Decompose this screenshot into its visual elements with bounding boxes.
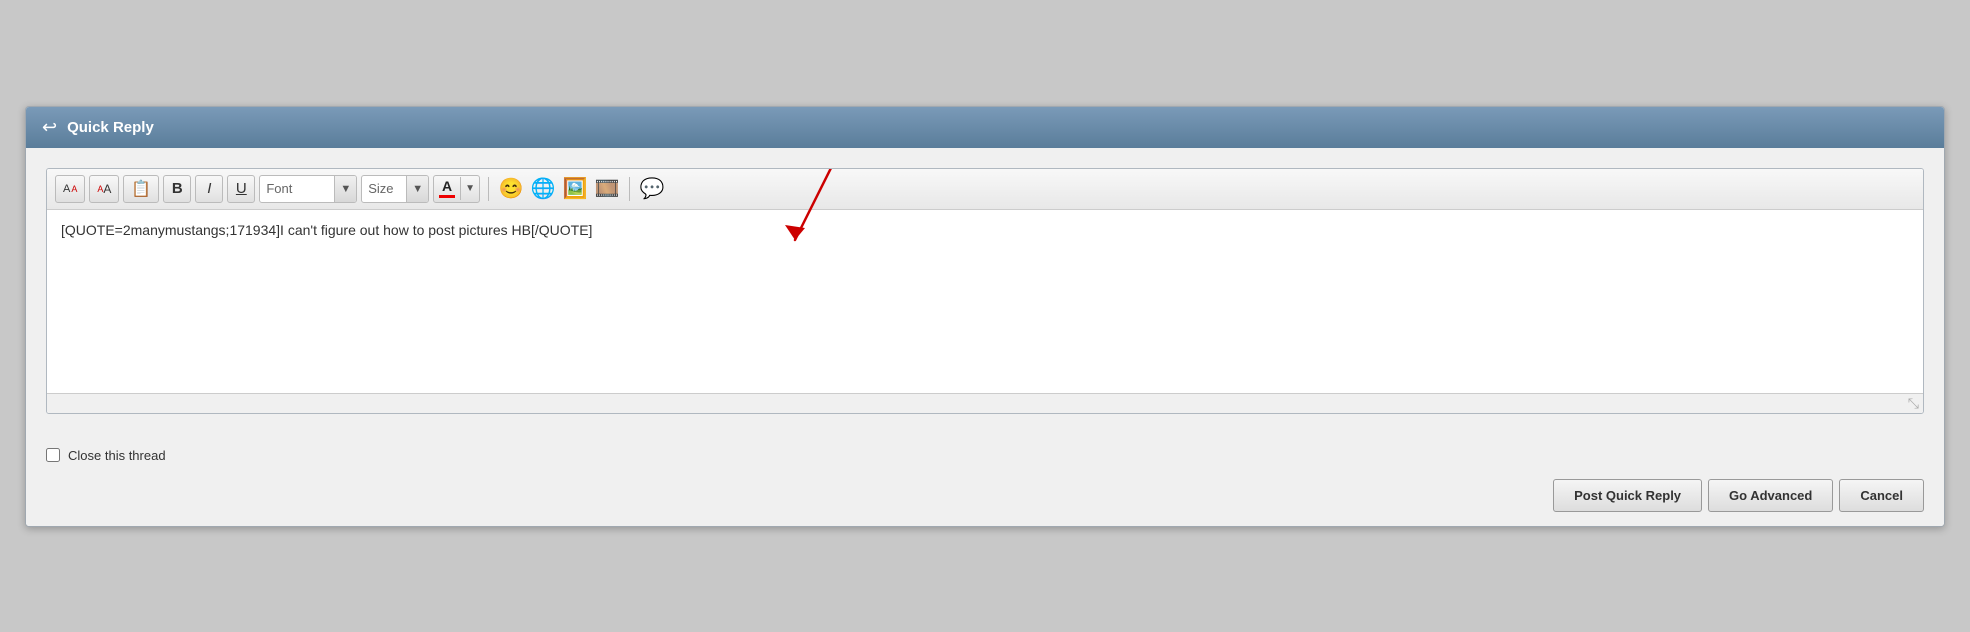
toolbar: A A A A 📋 B I: [47, 169, 1923, 210]
panel-body: A A A A 📋 B I: [26, 148, 1944, 434]
font-increase-icon: A: [103, 182, 111, 196]
color-arrow-icon: ▼: [461, 183, 479, 194]
close-thread-label: Close this thread: [68, 448, 166, 463]
editor-box: A A A A 📋 B I: [46, 168, 1924, 414]
emoji-icon: 😊: [499, 176, 524, 201]
font-increase-button[interactable]: A A: [89, 175, 119, 203]
panel-header: ↩ Quick Reply: [26, 107, 1944, 148]
font-selector-label: Font: [266, 181, 326, 196]
italic-button[interactable]: I: [195, 175, 223, 203]
image-button[interactable]: 🖼️: [561, 175, 589, 203]
close-thread-row: Close this thread: [46, 448, 1924, 463]
underline-button[interactable]: U: [227, 175, 255, 203]
clipboard-button[interactable]: 📋: [123, 175, 159, 203]
action-buttons-row: Post Quick Reply Go Advanced Cancel: [46, 475, 1924, 512]
go-advanced-button[interactable]: Go Advanced: [1708, 479, 1833, 512]
quote-icon: 💬: [640, 176, 665, 201]
font-decrease-icon: A: [63, 183, 70, 195]
font-color-icon: A: [442, 179, 452, 193]
resize-bar: ⤡: [47, 393, 1923, 413]
font-color-button[interactable]: A ▼: [433, 175, 480, 203]
size-selector-label: Size: [368, 181, 398, 196]
underline-label: U: [236, 180, 247, 197]
font-decrease-button[interactable]: A A: [55, 175, 85, 203]
panel-footer: Close this thread Post Quick Reply Go Ad…: [26, 434, 1944, 526]
back-icon: ↩: [42, 117, 57, 138]
post-quick-reply-button[interactable]: Post Quick Reply: [1553, 479, 1702, 512]
bold-button[interactable]: B: [163, 175, 191, 203]
link-button[interactable]: 🌐: [529, 175, 557, 203]
cancel-button[interactable]: Cancel: [1839, 479, 1924, 512]
separator-1: [488, 177, 489, 201]
media-icon: 🎞️: [595, 176, 620, 201]
quote-button[interactable]: 💬: [638, 175, 666, 203]
editor-content-wrapper: [QUOTE=2manymustangs;171934]I can't figu…: [47, 210, 1923, 413]
emoji-button[interactable]: 😊: [497, 175, 525, 203]
bold-label: B: [172, 180, 183, 197]
font-selector-arrow[interactable]: ▼: [334, 176, 356, 202]
media-button[interactable]: 🎞️: [593, 175, 621, 203]
panel-title: Quick Reply: [67, 119, 154, 136]
resize-icon: ⤡: [1908, 395, 1919, 412]
reply-textarea[interactable]: [QUOTE=2manymustangs;171934]I can't figu…: [47, 210, 1923, 390]
close-thread-checkbox[interactable]: [46, 448, 60, 462]
color-indicator: [439, 195, 455, 198]
size-selector-arrow[interactable]: ▼: [406, 176, 428, 202]
clipboard-icon: 📋: [131, 179, 151, 199]
quick-reply-panel: ↩ Quick Reply A A A A 📋: [25, 106, 1945, 527]
globe-icon: 🌐: [531, 176, 556, 201]
size-selector[interactable]: Size ▼: [361, 175, 429, 203]
font-selector[interactable]: Font ▼: [259, 175, 357, 203]
image-icon: 🖼️: [563, 176, 588, 201]
separator-2: [629, 177, 630, 201]
italic-label: I: [207, 180, 211, 197]
